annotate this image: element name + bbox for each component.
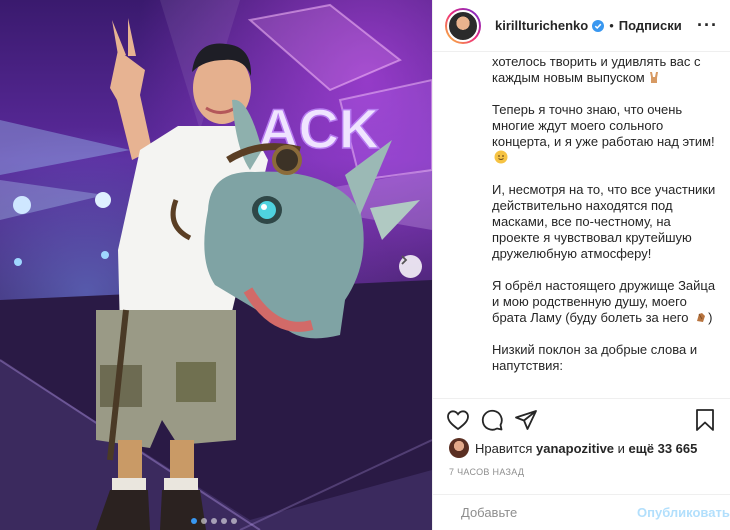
more-options-icon[interactable]: ··· bbox=[697, 15, 718, 36]
caption-paragraph: Теперь я точно знаю, что очень многие жд… bbox=[492, 102, 716, 166]
post-photo: ACK bbox=[0, 0, 432, 530]
caption-paragraph: Я обрёл настоящего дружище Зайца и мою р… bbox=[492, 278, 716, 325]
actions-bar bbox=[433, 398, 730, 441]
carousel-dot[interactable] bbox=[211, 518, 217, 524]
post-header: kirillturichenko • Подписки ··· bbox=[433, 0, 730, 52]
hugging-face-emoji-icon bbox=[494, 150, 508, 164]
publish-button[interactable]: Опубликовать bbox=[637, 505, 730, 520]
comment-bar: Опубликовать bbox=[433, 494, 730, 530]
liker-avatar[interactable] bbox=[449, 438, 469, 458]
bookmark-icon bbox=[696, 409, 714, 431]
post-side-panel: kirillturichenko • Подписки ··· хотелось… bbox=[433, 0, 730, 530]
likes-count[interactable]: ещё 33 665 bbox=[629, 441, 698, 456]
likes-prefix: Нравится bbox=[475, 440, 533, 456]
verified-badge-icon bbox=[592, 19, 605, 32]
likes-summary: Нравится yanapozitive и ещё 33 665 bbox=[449, 438, 697, 458]
post-caption: хотелось творить и удивлять вас с каждым… bbox=[433, 52, 730, 398]
carousel-dots bbox=[191, 518, 237, 524]
caption-paragraph: И, несмотря на то, что все участники дей… bbox=[492, 182, 716, 261]
post-timestamp[interactable]: 7 ЧАСОВ НАЗАД bbox=[449, 467, 524, 477]
rock-hand-emoji-icon bbox=[649, 72, 658, 83]
caption-paragraph: Низкий поклон за добрые слова и напутств… bbox=[492, 342, 698, 373]
comment-button[interactable] bbox=[475, 403, 509, 437]
author-username[interactable]: kirillturichenko bbox=[495, 18, 588, 33]
author-avatar[interactable] bbox=[445, 7, 481, 44]
chevron-right-icon bbox=[401, 255, 408, 265]
carousel-dot[interactable] bbox=[231, 518, 237, 524]
comment-input[interactable] bbox=[461, 505, 637, 520]
like-button[interactable] bbox=[441, 403, 475, 437]
carousel-dot[interactable] bbox=[191, 518, 197, 524]
heart-icon bbox=[447, 410, 469, 431]
avatar-image bbox=[447, 9, 479, 42]
likes-middle: и bbox=[617, 440, 625, 456]
save-button[interactable] bbox=[688, 403, 722, 437]
clapping-hands-emoji-icon bbox=[697, 313, 706, 322]
carousel-dot[interactable] bbox=[201, 518, 207, 524]
comment-bubble-icon bbox=[481, 409, 503, 431]
photo-scene: ACK bbox=[0, 0, 432, 530]
share-button[interactable] bbox=[509, 403, 543, 437]
following-button[interactable]: Подписки bbox=[619, 18, 682, 33]
carousel-next-button[interactable] bbox=[399, 255, 422, 278]
carousel-dot[interactable] bbox=[221, 518, 227, 524]
caption-paragraph: хотелось творить и удивлять вас с каждым… bbox=[492, 54, 701, 85]
liker-username[interactable]: yanapozitive bbox=[536, 441, 614, 456]
paper-plane-icon bbox=[515, 410, 537, 430]
header-separator: • bbox=[609, 18, 614, 33]
